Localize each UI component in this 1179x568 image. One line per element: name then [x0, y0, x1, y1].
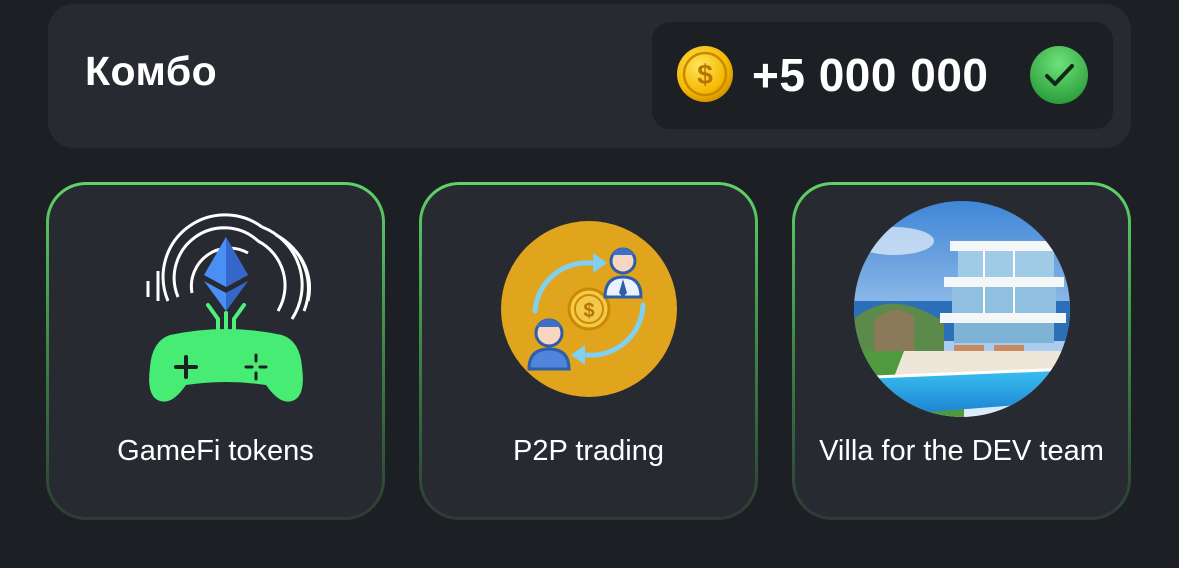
- card-label: P2P trading: [512, 435, 665, 467]
- combo-title: Комбо: [85, 48, 218, 94]
- villa-image: [853, 201, 1070, 417]
- svg-text:$: $: [583, 300, 594, 322]
- gamefi-ethereum-gamepad-icon: [146, 213, 311, 402]
- combo-card-p2p-trading[interactable]: $ P2P trading: [419, 182, 758, 520]
- coin-icon: $: [677, 46, 733, 102]
- combo-card-gamefi-tokens[interactable]: GameFi tokens: [46, 182, 385, 520]
- svg-text:$: $: [697, 59, 713, 90]
- combo-reward: $ +5 000 000: [652, 22, 1113, 129]
- p2p-exchange-icon: $: [500, 221, 677, 397]
- combo-card-villa-dev-team[interactable]: Villa for the DEV team: [792, 182, 1131, 520]
- combo-panel: Комбо $ +5 000 000: [48, 4, 1131, 148]
- check-icon: [1030, 46, 1088, 104]
- reward-amount: +5 000 000: [752, 49, 989, 101]
- card-label: Villa for the DEV team: [819, 435, 1104, 467]
- card-label: GameFi tokens: [117, 435, 314, 467]
